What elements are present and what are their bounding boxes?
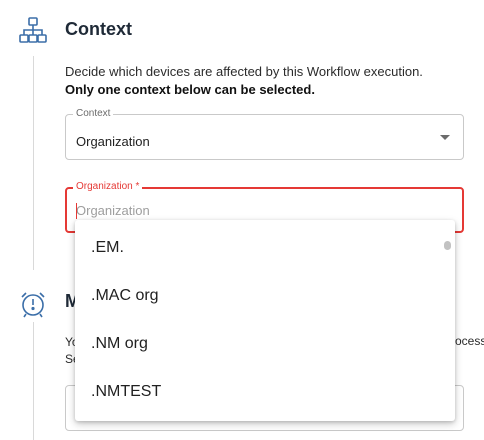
organization-field-label: Organization * xyxy=(73,181,143,193)
second-section-text-right: ocess xyxy=(455,334,484,348)
alarm-clock-icon xyxy=(16,287,50,321)
organization-dropdown[interactable]: .EM. .MAC org .NM org .NMTEST xyxy=(75,220,455,421)
dropdown-option[interactable]: .NMTEST xyxy=(75,368,445,416)
context-select[interactable]: Context Organization xyxy=(65,108,464,160)
timeline-line xyxy=(33,322,34,440)
dropdown-option[interactable]: .EM. xyxy=(75,224,445,272)
organization-input[interactable] xyxy=(76,203,436,218)
chevron-down-icon[interactable] xyxy=(440,135,450,140)
timeline-line xyxy=(33,56,34,270)
dropdown-option[interactable]: .NM org xyxy=(75,320,445,368)
context-select-label: Context xyxy=(73,108,114,120)
text-cursor xyxy=(76,203,77,219)
sitemap-icon xyxy=(16,13,50,47)
context-description: Decide which devices are affected by thi… xyxy=(65,63,465,99)
dropdown-option[interactable]: .MAC org xyxy=(75,272,445,320)
context-select-value: Organization xyxy=(76,134,150,149)
description-strong-text: Only one context below can be selected. xyxy=(65,82,315,97)
description-text: Decide which devices are affected by thi… xyxy=(65,64,423,79)
dropdown-scrollbar[interactable] xyxy=(444,241,451,250)
section-title-context: Context xyxy=(65,19,132,39)
